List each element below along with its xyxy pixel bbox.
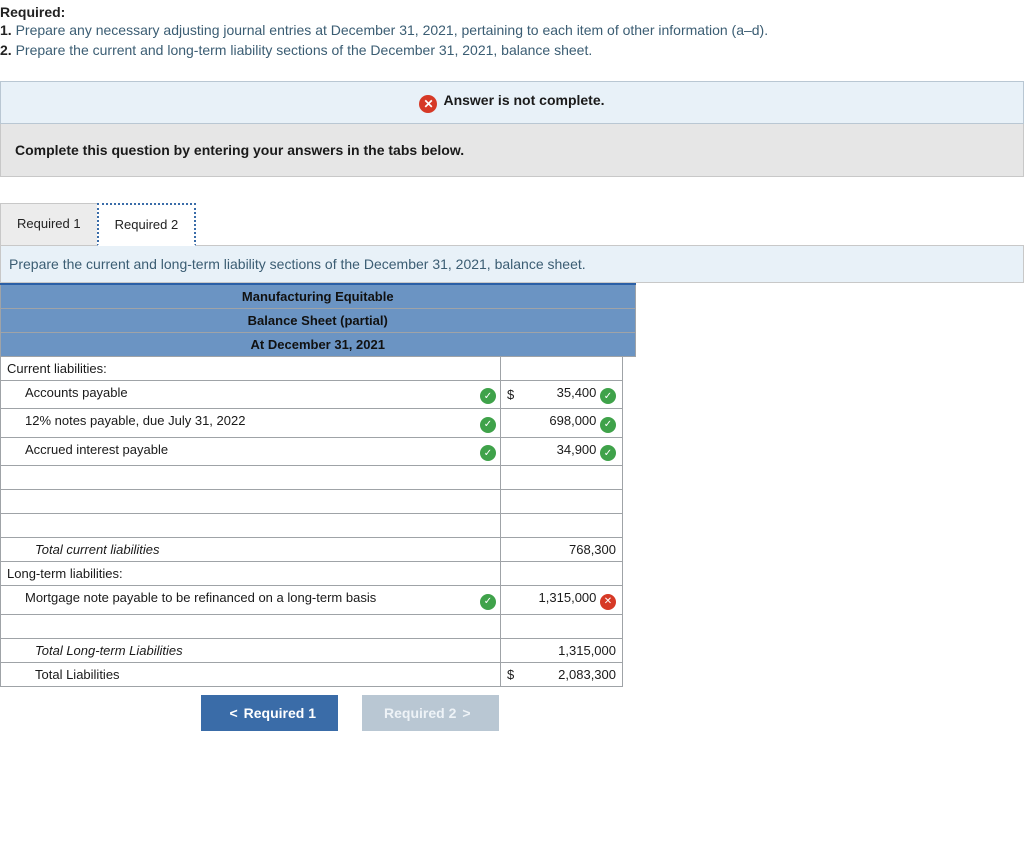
line-label-cell[interactable]: Mortgage note payable to be refinanced o… [1, 586, 501, 615]
line-label: 12% notes payable, due July 31, 2022 [7, 413, 245, 428]
dollar-cell [501, 466, 523, 490]
line-label-cell[interactable]: 12% notes payable, due July 31, 2022 ✓ [1, 409, 501, 438]
total-value: 1,315,000 [523, 638, 623, 662]
dollar-cell [501, 356, 523, 380]
status-text: Answer is not complete. [443, 92, 604, 108]
tab-required-2[interactable]: Required 2 [97, 203, 197, 246]
req-num-1: 1. [0, 22, 12, 38]
status-bar: ✕ Answer is not complete. [0, 81, 1024, 124]
required-list: 1. Prepare any necessary adjusting journ… [0, 20, 1024, 73]
prev-label: Required 1 [244, 705, 316, 721]
req-text-2: Prepare the current and long-term liabil… [16, 42, 593, 58]
total-value: 2,083,300 [523, 662, 623, 686]
dollar-cell [501, 409, 523, 438]
dollar-cell: $ [501, 662, 523, 686]
value-cell[interactable]: 35,400 ✓ [523, 380, 623, 409]
line-label: Accrued interest payable [7, 442, 168, 457]
nav-buttons: <Required 1 Required 2> [0, 687, 700, 743]
x-icon: ✕ [600, 594, 616, 610]
dollar-cell: $ [501, 380, 523, 409]
value-cell[interactable]: 1,315,000 ✕ [523, 586, 623, 615]
instruction-bar: Complete this question by entering your … [0, 124, 1024, 177]
check-icon: ✓ [600, 445, 616, 461]
line-label: Mortgage note payable to be refinanced o… [7, 590, 376, 605]
sheet-header-1: Manufacturing Equitable [1, 284, 636, 309]
value-cell [523, 356, 623, 380]
blank-label[interactable] [1, 614, 501, 638]
total-label: Total Liabilities [1, 662, 501, 686]
dollar-cell [501, 638, 523, 662]
check-icon: ✓ [480, 445, 496, 461]
chevron-right-icon: > [456, 705, 476, 721]
req-text-1: Prepare any necessary adjusting journal … [16, 22, 769, 38]
next-label: Required 2 [384, 705, 456, 721]
req-num-2: 2. [0, 42, 12, 58]
value-cell[interactable] [523, 614, 623, 638]
value-cell[interactable]: 698,000 ✓ [523, 409, 623, 438]
value-cell [523, 562, 623, 586]
blank-label[interactable] [1, 490, 501, 514]
dollar-cell [501, 586, 523, 615]
value-cell[interactable] [523, 514, 623, 538]
dollar-cell [501, 614, 523, 638]
sub-instruction: Prepare the current and long-term liabil… [0, 246, 1024, 283]
sheet-header-3: At December 31, 2021 [1, 332, 636, 356]
dollar-cell [501, 490, 523, 514]
error-icon: ✕ [419, 95, 437, 113]
tabs-container: Required 1 Required 2 [0, 203, 1024, 246]
check-icon: ✓ [480, 388, 496, 404]
check-icon: ✓ [480, 594, 496, 610]
total-label: Total current liabilities [1, 538, 501, 562]
total-value: 768,300 [523, 538, 623, 562]
dollar-cell [501, 514, 523, 538]
line-label-cell[interactable]: Accrued interest payable ✓ [1, 437, 501, 466]
blank-label[interactable] [1, 466, 501, 490]
section-label: Current liabilities: [1, 356, 501, 380]
required-heading: Required: [0, 0, 1024, 20]
line-label: Accounts payable [7, 385, 128, 400]
check-icon: ✓ [480, 417, 496, 433]
balance-sheet-table: Manufacturing Equitable Balance Sheet (p… [0, 283, 636, 687]
check-icon: ✓ [600, 417, 616, 433]
blank-label[interactable] [1, 514, 501, 538]
sheet-header-2: Balance Sheet (partial) [1, 308, 636, 332]
value-cell[interactable]: 34,900 ✓ [523, 437, 623, 466]
prev-button[interactable]: <Required 1 [201, 695, 338, 731]
dollar-cell [501, 437, 523, 466]
dollar-cell [501, 562, 523, 586]
value-cell[interactable] [523, 490, 623, 514]
total-label: Total Long-term Liabilities [1, 638, 501, 662]
value-cell[interactable] [523, 466, 623, 490]
chevron-left-icon: < [223, 705, 243, 721]
dollar-cell [501, 538, 523, 562]
line-label-cell[interactable]: Accounts payable ✓ [1, 380, 501, 409]
next-button[interactable]: Required 2> [362, 695, 499, 731]
tab-required-1[interactable]: Required 1 [0, 203, 98, 245]
section-label: Long-term liabilities: [1, 562, 501, 586]
check-icon: ✓ [600, 388, 616, 404]
